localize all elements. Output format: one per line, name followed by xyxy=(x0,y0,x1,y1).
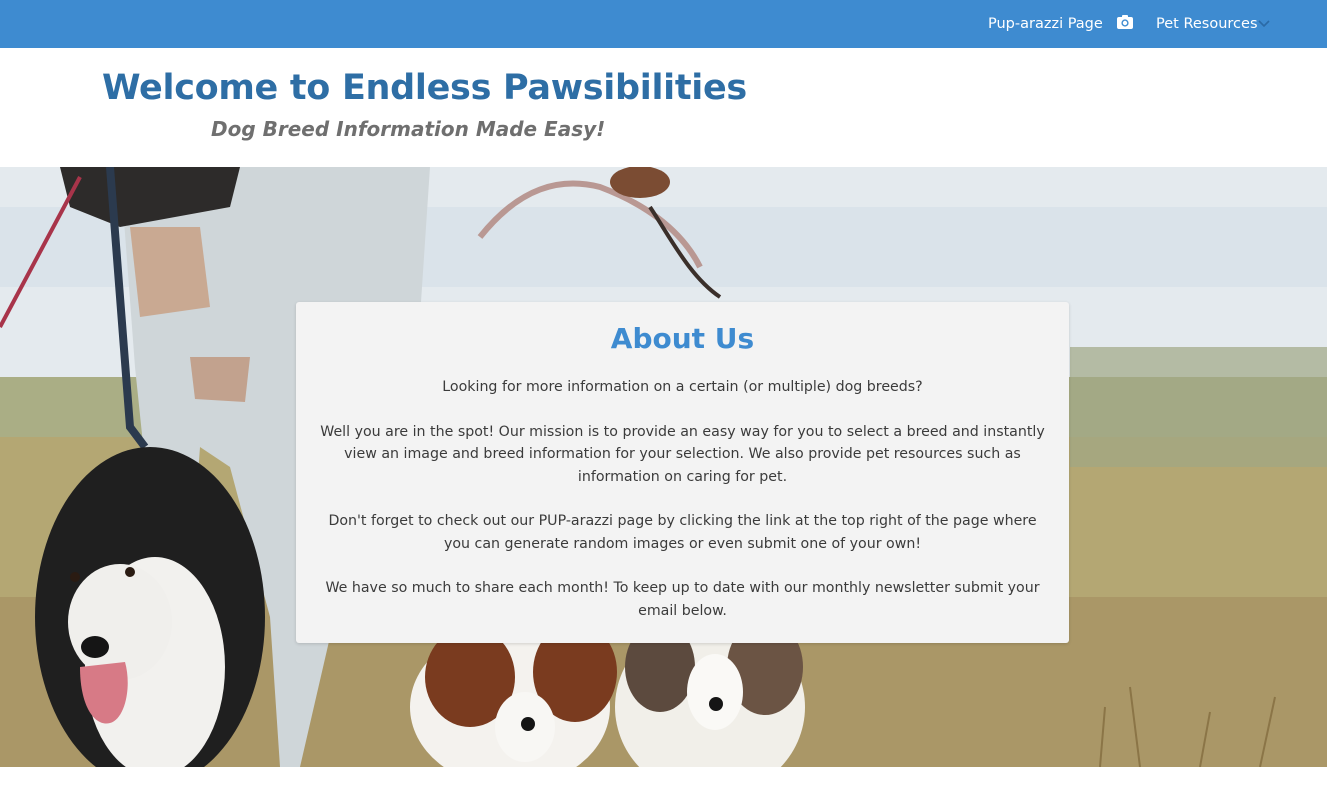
camera-icon[interactable] xyxy=(1116,14,1134,32)
about-us-card: About Us Looking for more information on… xyxy=(296,302,1069,643)
about-paragraph: Looking for more information on a certai… xyxy=(442,379,923,395)
pet-resources-dropdown[interactable]: Pet Resources xyxy=(1156,0,1258,48)
top-navbar: Pup-arazzi Page Pet Resources xyxy=(0,0,1327,48)
pup-arazzi-link[interactable]: Pup-arazzi Page xyxy=(988,0,1103,48)
site-title: Welcome to Endless Pawsibilities xyxy=(102,68,747,108)
about-paragraph: We have so much to share each month! To … xyxy=(325,580,1040,619)
about-us-heading: About Us xyxy=(610,322,755,355)
about-paragraph: Don't forget to check out our PUP-arazzi… xyxy=(328,513,1037,552)
about-paragraph: Well you are in the spot! Our mission is… xyxy=(320,423,1045,485)
site-subtitle: Dog Breed Information Made Easy! xyxy=(211,117,606,141)
chevron-down-icon[interactable] xyxy=(1257,17,1271,31)
